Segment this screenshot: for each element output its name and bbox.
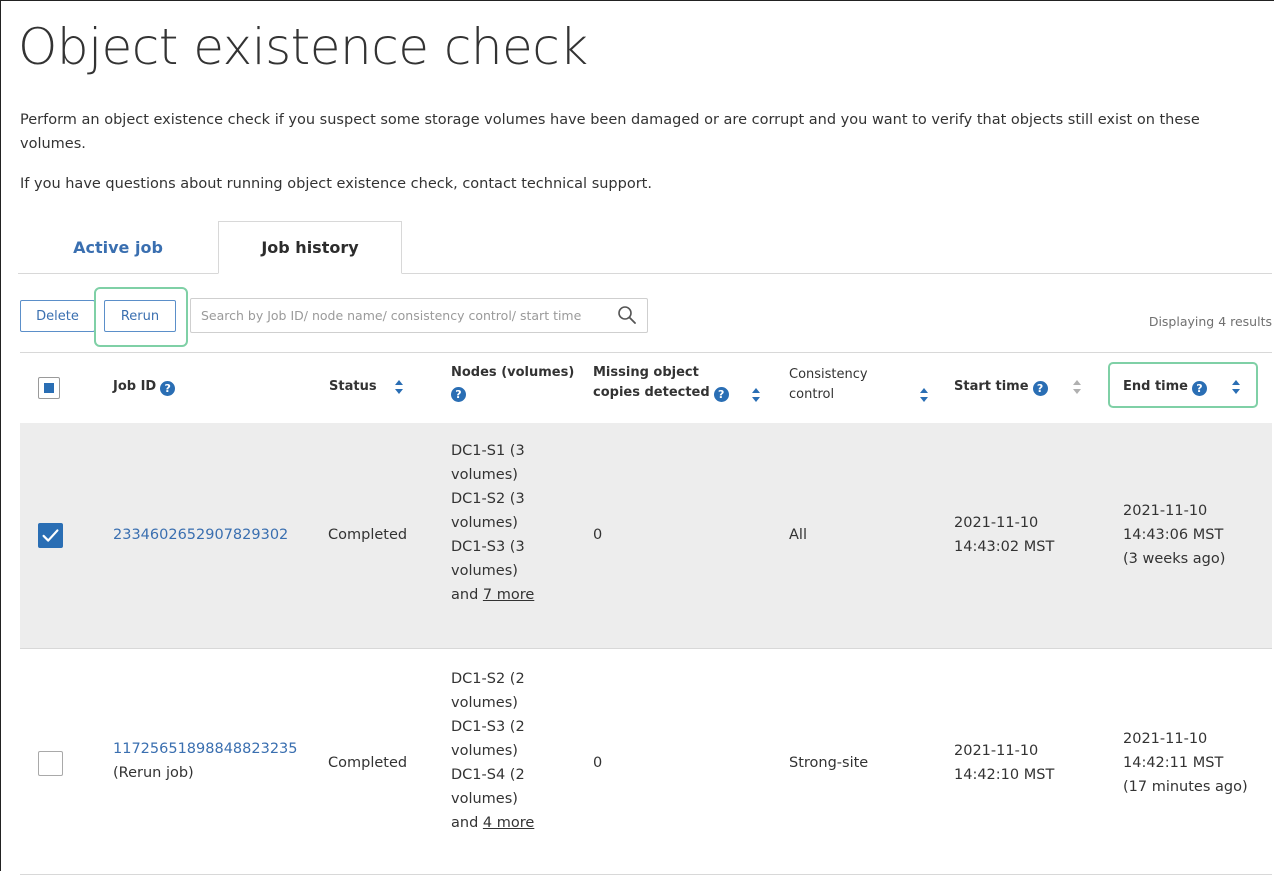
header-job-id-label: Job ID [113,379,157,394]
consistency-sort-icon[interactable] [919,387,929,403]
consistency-cell: All [789,527,807,543]
status-cell: Completed [328,755,408,771]
header-missing-line2: copies detected [593,385,710,400]
header-missing-copies: Missing object copies detected? [593,363,729,403]
tab-job-history[interactable]: Job history [218,221,402,274]
nodes-more-link[interactable]: 4 more [483,815,534,831]
start-time-help-icon[interactable]: ? [1032,381,1048,396]
search-input[interactable] [191,299,621,332]
job-note: (Rerun job) [113,765,194,781]
start-time: 14:42:10 MST [954,767,1055,783]
node-line: DC1-S1 (3 [451,443,525,459]
header-consistency-line1: Consistency [789,367,868,382]
job-id-cell: 11725651898848823235 (Rerun job) [113,737,298,785]
header-start-time: Start time? [954,377,1048,397]
end-time-cell: 2021-11-10 14:42:11 MST (17 minutes ago) [1123,727,1248,799]
header-status[interactable]: Status [329,377,377,397]
indeterminate-mark [44,383,54,393]
rerun-highlight-box [94,287,188,347]
status-sort-icon[interactable] [394,379,404,395]
end-time: 14:43:06 MST [1123,527,1224,543]
job-id-help-icon[interactable]: ? [160,381,176,396]
node-line: volumes) [451,467,518,483]
missing-sort-icon[interactable] [751,387,761,403]
consistency-cell: Strong-site [789,755,869,771]
search-box [190,298,648,333]
start-time-cell: 2021-11-10 14:43:02 MST [954,511,1054,559]
status-cell: Completed [328,527,408,543]
nodes-more-prefix: and [451,587,483,603]
end-time-cell: 2021-11-10 14:43:06 MST (3 weeks ago) [1123,499,1225,571]
end-time: 14:42:11 MST [1123,755,1224,771]
row-checkbox[interactable] [38,523,63,548]
node-line: volumes) [451,695,518,711]
node-line: DC1-S2 (3 [451,491,525,507]
node-line: DC1-S3 (2 [451,719,525,735]
header-start-time-label: Start time [954,379,1029,394]
nodes-cell: DC1-S2 (2 volumes) DC1-S3 (2 volumes) DC… [451,667,571,835]
end-date: 2021-11-10 [1123,731,1208,747]
missing-copies-cell: 0 [593,527,603,543]
start-date: 2021-11-10 [954,743,1039,759]
header-consistency: Consistency control [789,365,868,405]
job-id-cell: 2334602652907829302 [113,523,288,547]
node-line: DC1-S3 (3 [451,539,525,555]
end-time-highlight-box [1108,362,1258,408]
start-date: 2021-11-10 [954,515,1039,531]
nodes-help-icon[interactable]: ? [451,387,466,402]
checkmark-icon [42,529,59,542]
header-missing-line1: Missing object [593,365,699,380]
start-time-sort-icon[interactable] [1072,379,1082,395]
missing-copies-cell: 0 [593,755,603,771]
table-row[interactable]: 2334602652907829302 Completed DC1-S1 (3 … [20,423,1272,649]
tab-active-job[interactable]: Active job [18,221,218,274]
nodes-more: and 7 more [451,583,571,607]
header-nodes: Nodes (volumes) ? [451,363,574,403]
page-title: Object existence check [18,18,588,76]
results-count: Displaying 4 results [1148,314,1272,329]
node-line: volumes) [451,515,518,531]
job-id-link[interactable]: 2334602652907829302 [113,527,288,543]
node-line: volumes) [451,563,518,579]
header-status-label: Status [329,379,377,394]
search-icon[interactable] [617,305,637,325]
job-id-link[interactable]: 11725651898848823235 [113,737,298,761]
table-header: Job ID? Status Nodes (volumes) ? Missing… [20,352,1272,424]
table-row[interactable]: 11725651898848823235 (Rerun job) Complet… [20,649,1272,875]
nodes-more-prefix: and [451,815,483,831]
page: Object existence check Perform an object… [0,0,1274,875]
missing-help-icon[interactable]: ? [713,387,729,402]
node-line: volumes) [451,743,518,759]
delete-button[interactable]: Delete [20,300,95,332]
start-time: 14:43:02 MST [954,539,1055,555]
support-note: If you have questions about running obje… [20,176,652,192]
header-nodes-label: Nodes (volumes) [451,365,575,380]
nodes-cell: DC1-S1 (3 volumes) DC1-S2 (3 volumes) DC… [451,439,571,607]
row-checkbox[interactable] [38,751,63,776]
start-time-cell: 2021-11-10 14:42:10 MST [954,739,1054,787]
node-line: DC1-S2 (2 [451,671,525,687]
node-line: volumes) [451,791,518,807]
end-date: 2021-11-10 [1123,503,1208,519]
header-job-id: Job ID? [113,377,176,397]
header-consistency-line2: control [789,387,835,402]
end-relative: (3 weeks ago) [1123,551,1226,567]
page-description: Perform an object existence check if you… [20,112,1200,152]
nodes-more: and 4 more [451,811,571,835]
end-relative: (17 minutes ago) [1123,779,1248,795]
nodes-more-link[interactable]: 7 more [483,587,534,603]
select-all-checkbox[interactable] [38,377,60,399]
node-line: DC1-S4 (2 [451,767,525,783]
